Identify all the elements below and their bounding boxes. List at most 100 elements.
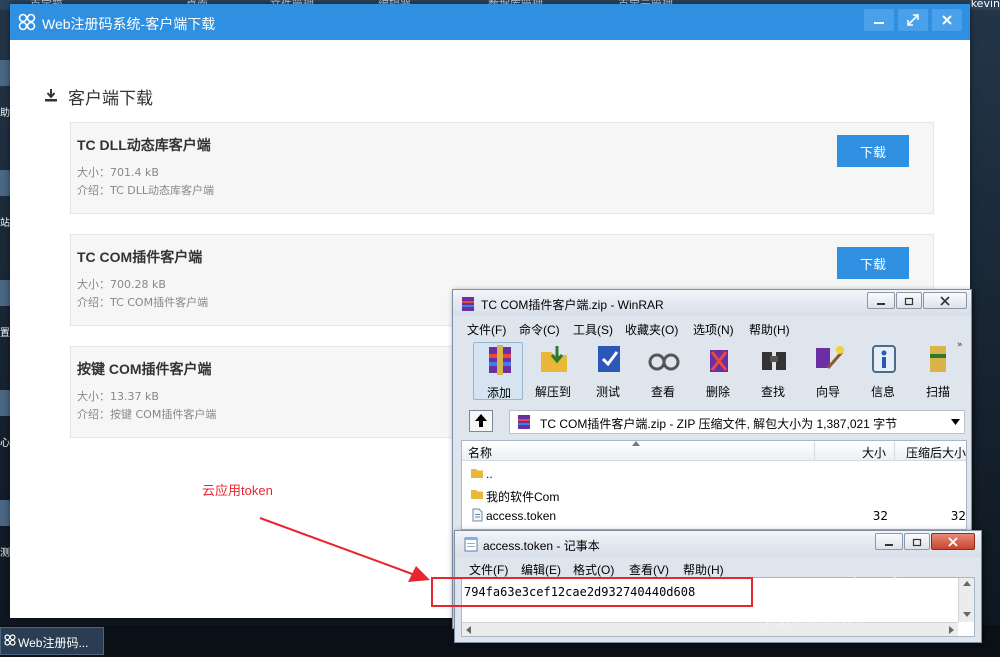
annotation-label: 云应用token bbox=[202, 483, 273, 498]
download-button[interactable]: 下载 bbox=[837, 135, 909, 167]
scroll-up-icon[interactable] bbox=[963, 581, 971, 586]
close-icon bbox=[940, 296, 950, 306]
toolbar-info-label: 信息 bbox=[870, 385, 895, 399]
zip-archive-icon bbox=[518, 415, 530, 429]
minimize-icon bbox=[877, 303, 885, 305]
close-icon bbox=[948, 537, 958, 547]
vertical-scrollbar[interactable] bbox=[958, 578, 974, 622]
winrar-icon bbox=[462, 297, 474, 311]
notepad-menu-help[interactable]: 帮助(H) bbox=[683, 561, 724, 578]
download-button[interactable]: 下载 bbox=[837, 247, 909, 279]
desktop-shortcut-label: 站 bbox=[0, 218, 10, 229]
client-card: TC DLL动态库客户端 大小：701.4 kB 介绍：TC DLL动态库客户端… bbox=[70, 122, 934, 214]
toolbar-delete-label: 删除 bbox=[705, 385, 730, 399]
main-window-title: Web注册码系统-客户端下载 bbox=[42, 16, 216, 32]
menu-favorites[interactable]: 收藏夹(O) bbox=[625, 321, 678, 338]
notepad-restore-button[interactable] bbox=[904, 533, 930, 550]
archive-path-field[interactable]: TC COM插件客户端.zip - ZIP 压缩文件, 解包大小为 1,387,… bbox=[509, 410, 965, 434]
menu-command[interactable]: 命令(C) bbox=[519, 321, 560, 338]
file-size: 32 bbox=[872, 509, 888, 523]
taskbar-item-label: Web注册码... bbox=[18, 636, 89, 650]
toolbar-delete-button[interactable]: 删除 bbox=[693, 342, 743, 400]
client-size: 大小：701.4 kB bbox=[77, 166, 159, 179]
notepad-close-button[interactable] bbox=[931, 533, 975, 550]
notepad-menu-format[interactable]: 格式(O) bbox=[573, 561, 614, 578]
winrar-restore-button[interactable] bbox=[896, 292, 922, 309]
main-titlebar[interactable]: Web注册码系统-客户端下载 bbox=[10, 4, 970, 40]
restore-icon bbox=[904, 297, 914, 306]
desktop-shortcut-label: 心 bbox=[0, 438, 10, 449]
winrar-minimize-button[interactable] bbox=[867, 292, 895, 309]
scroll-left-icon[interactable] bbox=[466, 626, 471, 634]
client-name: 按键 COM插件客户端 bbox=[77, 361, 212, 377]
toolbar-view-button[interactable]: 查看 bbox=[638, 342, 688, 400]
close-button[interactable] bbox=[932, 9, 962, 31]
expand-icon bbox=[907, 14, 919, 26]
extract-icon bbox=[541, 346, 567, 372]
notepad-title: access.token - 记事本 bbox=[483, 539, 600, 553]
toolbar-scan-label: 扫描 bbox=[925, 385, 950, 399]
column-packed[interactable]: 压缩后大小 bbox=[906, 444, 966, 461]
app-logo-icon bbox=[4, 634, 16, 646]
taskbar-item-web-register[interactable]: Web注册码... bbox=[0, 627, 104, 655]
folder-icon bbox=[471, 490, 483, 499]
file-list-row[interactable]: .. bbox=[462, 463, 966, 484]
app-logo-icon bbox=[18, 13, 36, 31]
client-size: 大小：13.37 kB bbox=[77, 390, 159, 403]
column-separator[interactable] bbox=[814, 441, 815, 461]
wizard-icon bbox=[816, 346, 844, 369]
notepad-titlebar[interactable]: access.token - 记事本 bbox=[455, 531, 981, 557]
minimize-icon bbox=[885, 544, 893, 546]
file-name: access.token bbox=[486, 509, 557, 523]
up-arrow-icon bbox=[475, 414, 487, 427]
winrar-addressbar: TC COM插件客户端.zip - ZIP 压缩文件, 解包大小为 1,387,… bbox=[461, 408, 969, 436]
toolbar-extract-button[interactable]: 解压到 bbox=[528, 342, 578, 400]
winrar-title: TC COM插件客户端.zip - WinRAR bbox=[481, 298, 664, 312]
notepad-minimize-button[interactable] bbox=[875, 533, 903, 550]
column-name[interactable]: 名称 bbox=[468, 444, 492, 461]
toolbar-wizard-button[interactable]: 向导 bbox=[803, 342, 853, 400]
scroll-right-icon[interactable] bbox=[949, 626, 954, 634]
file-name: 我的软件Com bbox=[486, 490, 560, 504]
menu-tools[interactable]: 工具(S) bbox=[573, 321, 613, 338]
toolbar-extract-label: 解压到 bbox=[534, 385, 571, 399]
winrar-close-button[interactable] bbox=[923, 292, 967, 309]
user-name[interactable]: kevin bbox=[971, 0, 1000, 10]
toolbar-add-button[interactable]: 添加 bbox=[473, 342, 523, 400]
toolbar-test-button[interactable]: 测试 bbox=[583, 342, 633, 400]
file-list-row[interactable]: access.token 32 32 bbox=[462, 505, 966, 526]
notepad-menu-view[interactable]: 查看(V) bbox=[629, 561, 669, 578]
menu-help[interactable]: 帮助(H) bbox=[749, 321, 790, 338]
toolbar-more-icon[interactable]: » bbox=[957, 340, 963, 350]
file-list-row[interactable]: 我的软件Com bbox=[462, 484, 966, 505]
close-icon bbox=[942, 15, 952, 25]
chevron-down-icon[interactable] bbox=[951, 419, 960, 425]
toolbar-find-label: 查找 bbox=[760, 385, 785, 399]
horizontal-scrollbar[interactable] bbox=[462, 622, 958, 636]
client-name: TC DLL动态库客户端 bbox=[77, 137, 211, 153]
section-title: 客户端下载 bbox=[68, 89, 153, 108]
column-size[interactable]: 大小 bbox=[862, 444, 886, 461]
column-separator[interactable] bbox=[894, 441, 895, 461]
winrar-titlebar[interactable]: TC COM插件客户端.zip - WinRAR bbox=[453, 290, 971, 316]
scroll-down-icon[interactable] bbox=[963, 612, 971, 617]
menu-options[interactable]: 选项(N) bbox=[693, 321, 734, 338]
toolbar-scan-button[interactable]: 扫描 bbox=[913, 342, 957, 400]
toolbar-find-button[interactable]: 查找 bbox=[748, 342, 798, 400]
maximize-button[interactable] bbox=[898, 9, 928, 31]
up-folder-button[interactable] bbox=[469, 410, 493, 432]
toolbar-info-button[interactable]: 信息 bbox=[858, 342, 908, 400]
menu-file[interactable]: 文件(F) bbox=[467, 321, 506, 338]
minimize-button[interactable] bbox=[864, 9, 894, 31]
desktop-shortcut-label: 置 bbox=[0, 328, 10, 339]
client-description: 介绍：按键 COM插件客户端 bbox=[77, 408, 217, 421]
file-packed-size: 32 bbox=[950, 509, 966, 523]
delete-icon bbox=[710, 350, 728, 372]
test-icon bbox=[598, 346, 620, 372]
notepad-menu-file[interactable]: 文件(F) bbox=[469, 561, 508, 578]
notepad-menu-edit[interactable]: 编辑(E) bbox=[521, 561, 561, 578]
client-size: 大小：700.28 kB bbox=[77, 278, 166, 291]
winrar-toolbar: 添加 解压到 测试 查看 删除 查找 向导 信息 扫描 » bbox=[459, 340, 967, 402]
annotation-highlight-box bbox=[431, 577, 753, 607]
watermark-brand: Baidu经验 bbox=[770, 576, 904, 607]
